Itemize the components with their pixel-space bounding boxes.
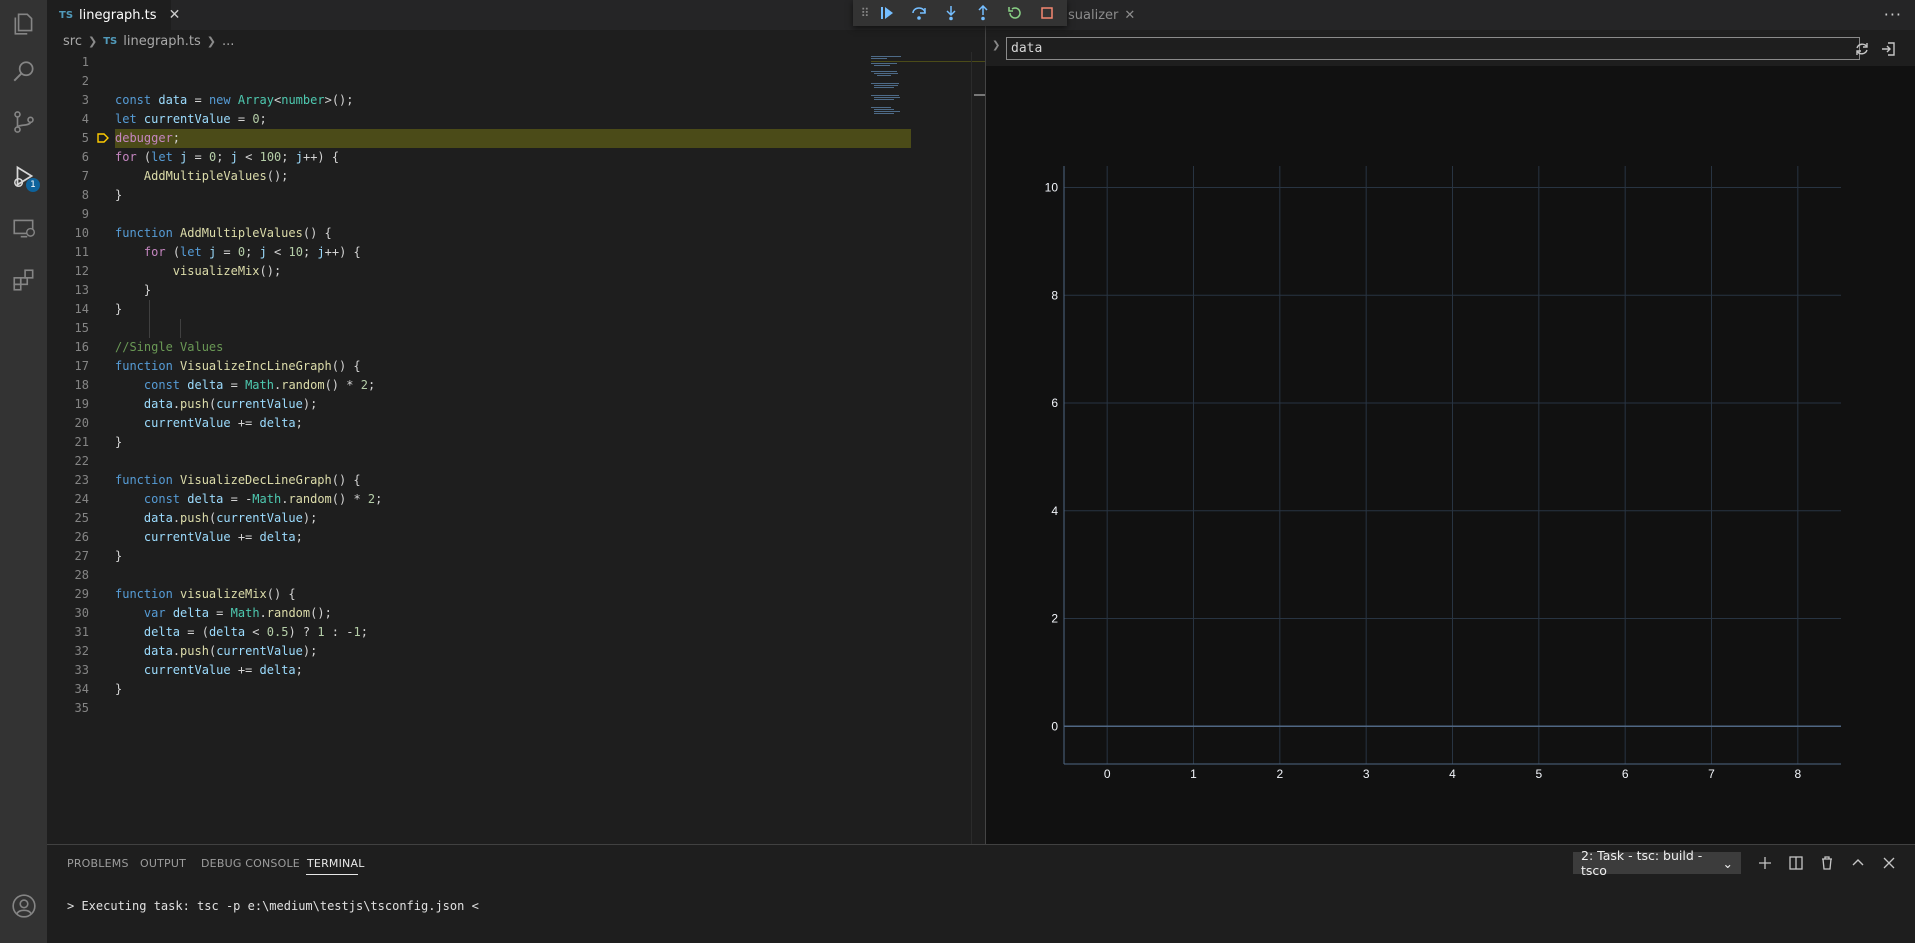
active-tab-indicator xyxy=(306,874,358,875)
breadcrumb-folder[interactable]: src xyxy=(63,34,82,49)
editor-scrollbar[interactable] xyxy=(971,52,986,844)
x-tick-label: 0 xyxy=(1104,767,1111,781)
split-terminal-button[interactable] xyxy=(1786,853,1806,873)
maximize-panel-button[interactable] xyxy=(1848,853,1868,873)
tab-label: linegraph.ts xyxy=(79,7,157,23)
debug-toolbar: ⠿ xyxy=(853,0,1067,26)
close-icon xyxy=(1883,857,1895,869)
tab-terminal[interactable]: TERMINAL xyxy=(307,857,365,870)
activity-bar: 1 xyxy=(0,0,47,943)
close-icon[interactable]: ✕ xyxy=(169,7,181,23)
refresh-icon xyxy=(1856,43,1868,55)
y-tick-label: 2 xyxy=(1051,612,1058,626)
y-tick-label: 10 xyxy=(1045,181,1059,195)
code-area[interactable]: 1 2 3 const data = new Array<number>(); 4… xyxy=(47,53,971,715)
stop-button[interactable] xyxy=(1031,0,1063,26)
x-tick-label: 5 xyxy=(1535,767,1542,781)
y-tick-label: 0 xyxy=(1051,719,1058,733)
chevron-right-icon: ❯ xyxy=(992,40,1001,51)
x-tick-label: 7 xyxy=(1708,767,1715,781)
chevron-right-icon: ❯ xyxy=(206,34,216,48)
split-icon xyxy=(1789,856,1803,870)
run-debug-icon[interactable]: 1 xyxy=(0,152,47,200)
debug-badge: 1 xyxy=(26,178,40,192)
terminal-selector[interactable]: 2: Task - tsc: build - tsco ⌄ xyxy=(1573,848,1741,878)
explorer-icon[interactable] xyxy=(0,0,47,48)
restart-icon xyxy=(1008,7,1021,19)
tab-linegraph[interactable]: TS linegraph.ts ✕ xyxy=(47,0,180,30)
step-out-button[interactable] xyxy=(967,0,999,26)
x-tick-label: 4 xyxy=(1449,767,1456,781)
tab-label: sualizer xyxy=(1068,7,1119,23)
x-tick-label: 2 xyxy=(1276,767,1283,781)
trash-icon xyxy=(1822,856,1832,870)
editor-tabs: TS linegraph.ts ✕ xyxy=(47,0,985,30)
current-debug-line: 5 debugger; xyxy=(47,129,947,148)
more-actions-icon[interactable]: ··· xyxy=(1884,5,1902,24)
chevron-down-icon: ⌄ xyxy=(1722,855,1733,871)
expression-input[interactable] xyxy=(1006,37,1860,60)
step-over-icon xyxy=(912,7,926,20)
bottom-panel: PROBLEMS OUTPUT DEBUG CONSOLE TERMINAL 2… xyxy=(47,844,1915,943)
restart-button[interactable] xyxy=(999,0,1031,26)
breadcrumb-more[interactable]: ... xyxy=(222,34,234,49)
source-control-icon[interactable] xyxy=(0,98,47,146)
terminal-selector-label: 2: Task - tsc: build - tsco xyxy=(1581,848,1703,878)
continue-button[interactable] xyxy=(871,0,903,26)
new-terminal-button[interactable] xyxy=(1755,853,1775,873)
step-into-button[interactable] xyxy=(935,0,967,26)
tab-visualizer[interactable]: sualizer ✕ xyxy=(1068,0,1135,30)
y-tick-label: 8 xyxy=(1051,288,1058,302)
refresh-button[interactable] xyxy=(1852,39,1872,59)
tab-debug-console[interactable]: DEBUG CONSOLE xyxy=(201,857,300,870)
extensions-icon[interactable] xyxy=(0,256,47,304)
sign-in-button[interactable] xyxy=(1878,39,1898,59)
x-tick-label: 6 xyxy=(1622,767,1629,781)
y-tick-label: 6 xyxy=(1051,396,1058,410)
kill-terminal-button[interactable] xyxy=(1817,853,1837,873)
visualizer-editor: sualizer ✕ ··· ❯ 0 1 2 3 4 5 6 7 8 0 2 4 6 8 10 xyxy=(985,0,1915,844)
x-tick-label: 1 xyxy=(1190,767,1197,781)
sign-in-icon xyxy=(1882,42,1895,56)
chart-svg: 0 1 2 3 4 5 6 7 8 0 2 4 6 8 10 xyxy=(1045,166,1841,781)
chevron-up-icon xyxy=(1852,859,1864,866)
step-into-icon xyxy=(946,6,956,21)
x-tick-label: 8 xyxy=(1794,767,1801,781)
step-over-button[interactable] xyxy=(903,0,935,26)
expression-bar: ❯ xyxy=(986,30,1915,66)
tab-output[interactable]: OUTPUT xyxy=(140,857,186,870)
typescript-icon: TS xyxy=(59,9,74,21)
continue-icon xyxy=(881,7,893,19)
code-editor: TS linegraph.ts ✕ src ❯ TS linegraph.ts … xyxy=(47,0,991,844)
close-icon[interactable]: ✕ xyxy=(1124,8,1135,23)
stop-icon xyxy=(1041,7,1053,19)
search-icon[interactable] xyxy=(0,48,47,96)
terminal-output: > Executing task: tsc -p e:\medium\testj… xyxy=(67,899,479,913)
chevron-right-icon: ❯ xyxy=(87,34,98,48)
line-chart[interactable]: 0 1 2 3 4 5 6 7 8 0 2 4 6 8 10 xyxy=(986,66,1915,844)
remote-explorer-icon[interactable] xyxy=(0,204,47,252)
tab-problems[interactable]: PROBLEMS xyxy=(67,857,129,870)
typescript-icon: TS xyxy=(103,35,118,47)
close-panel-button[interactable] xyxy=(1879,853,1899,873)
y-tick-label: 4 xyxy=(1051,504,1058,518)
accounts-icon[interactable] xyxy=(0,882,47,930)
breadcrumb: src ❯ TS linegraph.ts ❯ ... xyxy=(47,30,985,52)
plus-icon xyxy=(1759,857,1771,869)
visualizer-tabs: sualizer ✕ ··· xyxy=(986,0,1915,30)
drag-handle-icon[interactable]: ⠿ xyxy=(859,6,871,20)
breadcrumb-file[interactable]: linegraph.ts xyxy=(123,34,201,49)
step-out-icon xyxy=(978,5,988,21)
breakpoint-arrow-icon[interactable] xyxy=(97,133,109,143)
x-tick-label: 3 xyxy=(1363,767,1370,781)
